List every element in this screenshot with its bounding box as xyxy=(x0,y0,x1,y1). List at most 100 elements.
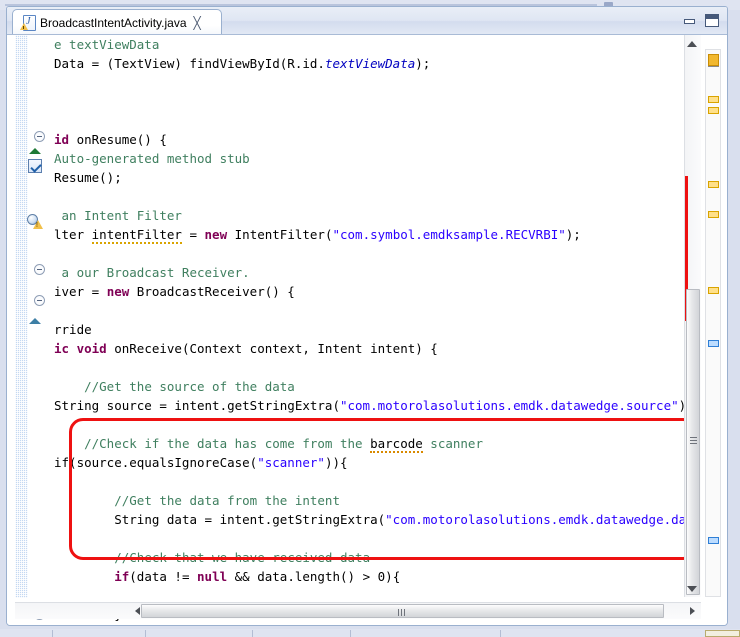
horizontal-scrollbar[interactable] xyxy=(15,602,701,619)
code-line: Resume(); xyxy=(51,168,701,187)
code-token: //Get the data from the intent xyxy=(114,493,340,508)
code-token: if xyxy=(114,569,129,584)
editor-window-buttons xyxy=(684,14,719,27)
code-token: an Intent Filter xyxy=(54,208,182,223)
code-line xyxy=(51,111,701,130)
code-text-area[interactable]: e textViewData Data = (TextView) findView… xyxy=(51,35,701,625)
overview-warning-marker[interactable] xyxy=(708,107,719,114)
code-token: intentFilter xyxy=(92,227,182,244)
code-token: iver = xyxy=(54,284,107,299)
code-line: a our Broadcast Receiver. xyxy=(51,263,701,282)
code-token: //Check if the data has come from the xyxy=(84,436,370,451)
folding-gutter[interactable] xyxy=(33,35,51,598)
code-token: IntentFilter( xyxy=(235,227,333,242)
code-line xyxy=(51,301,701,320)
code-token: textViewData xyxy=(325,56,415,71)
code-line xyxy=(51,92,701,111)
code-token: e textViewData xyxy=(54,37,159,52)
code-line xyxy=(51,624,701,625)
overview-warning-marker[interactable] xyxy=(708,54,719,66)
todo-marker-icon[interactable] xyxy=(28,159,42,173)
overview-warning-marker[interactable] xyxy=(708,181,719,188)
code-token: "com.symbol.emdksample.RECVRBI" xyxy=(332,227,565,242)
code-line: rride xyxy=(51,320,701,339)
vertical-scrollbar[interactable] xyxy=(684,35,701,597)
code-token: new xyxy=(107,284,137,299)
code-token: Resume(); xyxy=(54,170,122,185)
code-line xyxy=(51,415,701,434)
overview-info-marker[interactable] xyxy=(708,340,719,347)
scroll-down-icon[interactable] xyxy=(687,586,697,592)
scroll-left-icon[interactable] xyxy=(135,607,140,615)
scroll-thumb-grip-icon xyxy=(398,609,409,616)
code-token: //Check that we have received data xyxy=(114,550,370,565)
eclipse-editor-screen: BroadcastIntentActivity.java ╳ xyxy=(0,0,740,637)
code-token: if(source.equalsIgnoreCase( xyxy=(54,455,257,470)
code-line xyxy=(51,529,701,548)
task-arrow-icon[interactable] xyxy=(29,148,41,154)
code-token: scanner xyxy=(423,436,483,451)
code-token: Data = (TextView) findViewById(R.id. xyxy=(54,56,325,71)
code-token: onReceive(Context context, Intent intent… xyxy=(114,341,438,356)
close-icon[interactable]: ╳ xyxy=(194,18,201,28)
code-line: id onResume() { xyxy=(51,130,701,149)
editor-part: BroadcastIntentActivity.java ╳ xyxy=(6,6,728,626)
code-token: ); xyxy=(566,227,581,242)
status-bar-divider xyxy=(252,630,253,637)
code-line xyxy=(51,73,701,92)
warning-bulb-icon[interactable] xyxy=(27,214,43,229)
quick-diff-change-bar xyxy=(15,35,28,598)
code-line xyxy=(51,358,701,377)
status-bar-divider xyxy=(52,630,53,637)
code-line: e textViewData xyxy=(51,35,701,54)
overview-warning-marker[interactable] xyxy=(708,96,719,103)
code-line: if(source.equalsIgnoreCase("scanner")){ xyxy=(51,453,701,472)
overview-warning-marker[interactable] xyxy=(708,287,719,294)
vertical-scroll-thumb[interactable] xyxy=(686,289,700,595)
code-token: a our Broadcast Receiver. xyxy=(54,265,250,280)
code-token: "scanner" xyxy=(257,455,325,470)
code-line: //Check that we have received data xyxy=(51,548,701,567)
overview-separator xyxy=(708,66,719,67)
scroll-right-icon[interactable] xyxy=(690,607,695,615)
java-file-warning-icon xyxy=(20,15,35,30)
code-token: onResume() { xyxy=(77,132,167,147)
code-line xyxy=(51,187,701,206)
code-token: )){ xyxy=(325,455,348,470)
maximize-icon[interactable] xyxy=(705,14,719,27)
code-token: ); xyxy=(415,56,430,71)
minimize-icon[interactable] xyxy=(684,16,695,26)
overview-ruler[interactable] xyxy=(705,49,721,597)
code-token: new xyxy=(205,227,235,242)
tab-broadcastintentactivity-java[interactable]: BroadcastIntentActivity.java ╳ xyxy=(12,9,222,35)
folding-collapse-icon[interactable] xyxy=(34,264,45,275)
code-line: if(data != null && data.length() > 0){ xyxy=(51,567,701,586)
horizontal-scroll-thumb[interactable] xyxy=(141,604,664,618)
status-bar-divider xyxy=(500,630,501,637)
code-token: lter xyxy=(54,227,92,242)
scroll-thumb-grip-icon xyxy=(690,437,697,448)
code-token: ic void xyxy=(54,341,114,356)
code-token: Auto-generated method stub xyxy=(54,151,250,166)
code-token: id xyxy=(54,132,77,147)
scroll-up-icon[interactable] xyxy=(687,41,697,47)
code-line: lter intentFilter = new IntentFilter("co… xyxy=(51,225,701,244)
code-line: String data = intent.getStringExtra("com… xyxy=(51,510,701,529)
status-field-right xyxy=(705,630,740,637)
tab-title: BroadcastIntentActivity.java xyxy=(40,16,187,30)
code-line: iver = new BroadcastReceiver() { xyxy=(51,282,701,301)
overview-warning-marker[interactable] xyxy=(708,211,719,218)
code-token: (data != xyxy=(129,569,197,584)
code-token: //Get the source of the data xyxy=(84,379,295,394)
code-line: Auto-generated method stub xyxy=(51,149,701,168)
code-line: //Check if the data has come from the ba… xyxy=(51,434,701,453)
task-arrow-icon[interactable] xyxy=(29,318,41,324)
code-line: ic void onReceive(Context context, Inten… xyxy=(51,339,701,358)
code-token: String source = intent.getStringExtra( xyxy=(54,398,340,413)
code-line xyxy=(51,244,701,263)
folding-collapse-icon[interactable] xyxy=(34,295,45,306)
overview-info-marker[interactable] xyxy=(708,537,719,544)
folding-collapse-icon[interactable] xyxy=(34,131,45,142)
code-token: String data = intent.getStringExtra( xyxy=(114,512,385,527)
code-line: an Intent Filter xyxy=(51,206,701,225)
